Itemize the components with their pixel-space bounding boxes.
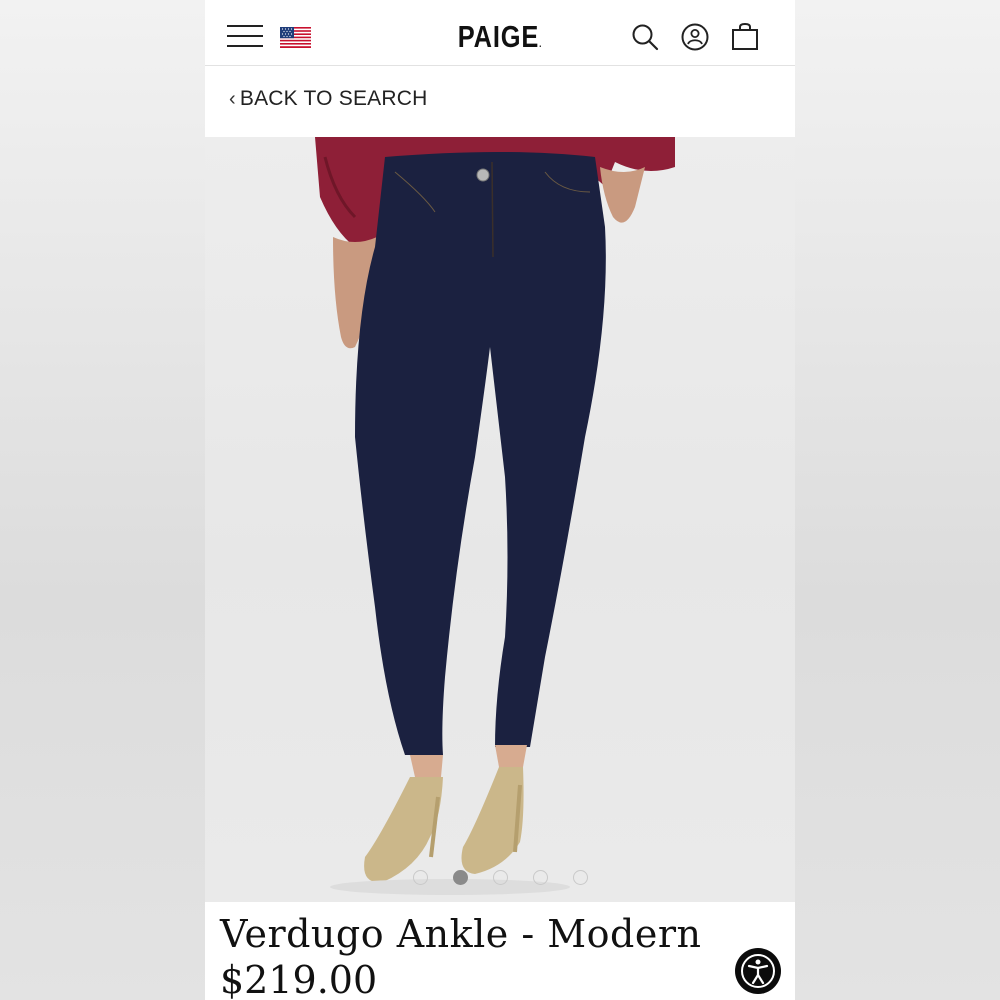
carousel-dot-3[interactable] [493,870,508,885]
account-icon[interactable] [680,22,710,52]
carousel-dot-2[interactable] [453,870,468,885]
product-image[interactable] [205,137,795,902]
brand-logo[interactable]: PAIGE. [258,19,742,55]
backdrop-right [795,0,1000,1000]
brand-name: PAIGE [457,19,540,54]
mobile-page: PAIGE. ‹ BACK TO SEARCH Verdugo Ankle - … [205,0,795,1000]
accessibility-icon [741,954,775,988]
carousel-dot-5[interactable] [573,870,588,885]
brand-mark: . [539,39,543,50]
back-to-search-label: BACK TO SEARCH [239,87,428,110]
back-to-search-link[interactable]: ‹ BACK TO SEARCH [229,87,427,111]
carousel-dots [205,870,795,890]
product-price: $219.00 [220,958,378,1000]
carousel-dot-4[interactable] [533,870,548,885]
carousel-dot-1[interactable] [413,870,428,885]
shopping-bag-icon[interactable] [730,22,760,52]
chevron-left-icon: ‹ [229,87,236,110]
backdrop-left [0,0,205,1000]
search-icon[interactable] [630,22,660,52]
site-header: PAIGE. [205,5,795,66]
accessibility-button[interactable] [735,948,781,994]
product-title: Verdugo Ankle - Modern [220,912,702,956]
